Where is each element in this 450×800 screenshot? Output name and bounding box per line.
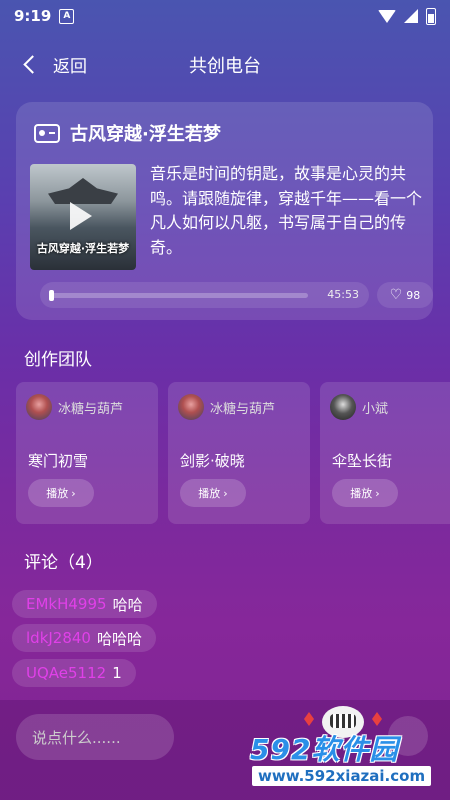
heart-icon: ♡ xyxy=(389,287,403,303)
team-card[interactable]: 冰糖与葫芦 寒门初雪 播放 › xyxy=(16,382,158,524)
like-count: 98 xyxy=(406,288,421,302)
comment-user[interactable]: ldkJ2840 xyxy=(26,629,91,647)
comment-text: 1 xyxy=(112,664,122,682)
comment-item: UQAe5112 1 xyxy=(12,659,136,687)
radio-title: 古风穿越·浮生若梦 xyxy=(70,124,221,145)
team-member: 冰糖与葫芦 xyxy=(26,394,123,420)
avatar xyxy=(178,394,204,420)
like-button[interactable]: ♡ 98 xyxy=(377,282,433,308)
play-icon[interactable] xyxy=(70,202,92,230)
wifi-icon xyxy=(378,9,396,23)
chevron-right-icon: › xyxy=(375,486,380,500)
progress-thumb[interactable] xyxy=(49,290,54,301)
member-name: 冰糖与葫芦 xyxy=(210,401,276,417)
song-title: 寒门初雪 xyxy=(28,452,89,470)
comment-user[interactable]: EMkH4995 xyxy=(26,595,107,613)
member-name: 冰糖与葫芦 xyxy=(58,401,124,417)
team-member: 冰糖与葫芦 xyxy=(178,394,275,420)
radio-cover-image[interactable]: 古风穿越·浮生若梦 xyxy=(30,164,136,270)
play-button[interactable]: 播放 › xyxy=(332,479,398,507)
status-time: 9:19 xyxy=(14,7,52,25)
comment-input[interactable]: 说点什么...... xyxy=(16,714,174,760)
song-title: 伞坠长街 xyxy=(332,452,393,470)
play-label: 播放 xyxy=(350,487,373,500)
play-label: 播放 xyxy=(198,487,221,500)
duration-label: 45:53 xyxy=(327,288,359,301)
team-section-title: 创作团队 xyxy=(24,350,92,370)
comment-text: 哈哈哈 xyxy=(96,629,142,648)
radio-title-row: 古风穿越·浮生若梦 xyxy=(34,120,221,146)
song-title: 剑影·破晓 xyxy=(180,452,245,470)
progress-bar[interactable]: 45:53 xyxy=(40,282,369,308)
nav-bar: 返回 共创电台 xyxy=(0,44,450,84)
battery-icon xyxy=(426,7,436,25)
comments-section-title: 评论（4） xyxy=(24,553,103,573)
play-label: 播放 xyxy=(46,487,69,500)
comment-text: 哈哈 xyxy=(112,595,143,614)
member-name: 小斌 xyxy=(362,401,389,417)
watermark-brand: 592软件园 xyxy=(250,733,399,766)
chevron-right-icon: › xyxy=(71,486,76,500)
watermark: 592软件园 www.592xiazai.com xyxy=(250,728,442,790)
cover-building xyxy=(48,178,118,204)
watermark-url: www.592xiazai.com xyxy=(252,766,432,786)
team-card[interactable]: 小斌 伞坠长街 播放 › xyxy=(320,382,450,524)
status-bar: 9:19 A xyxy=(0,0,450,32)
cover-title: 古风穿越·浮生若梦 xyxy=(36,242,130,255)
progress-track[interactable] xyxy=(49,290,308,301)
radio-card: 古风穿越·浮生若梦 古风穿越·浮生若梦 音乐是时间的钥匙，故事是心灵的共鸣。请跟… xyxy=(16,102,433,320)
play-button[interactable]: 播放 › xyxy=(180,479,246,507)
radio-icon xyxy=(34,123,60,143)
radio-description: 音乐是时间的钥匙，故事是心灵的共鸣。请跟随旋律，穿越千年——看一个凡人如何以凡躯… xyxy=(150,164,423,257)
notification-icon: A xyxy=(59,8,75,24)
comment-user[interactable]: UQAe5112 xyxy=(26,664,106,682)
avatar xyxy=(26,394,52,420)
chevron-right-icon: › xyxy=(223,486,228,500)
status-icons xyxy=(378,7,436,25)
team-card[interactable]: 冰糖与葫芦 剑影·破晓 播放 › xyxy=(168,382,310,524)
team-member: 小斌 xyxy=(330,394,388,420)
page-title: 共创电台 xyxy=(189,56,261,77)
signal-icon xyxy=(404,9,418,23)
avatar xyxy=(330,394,356,420)
comment-item: ldkJ2840 哈哈哈 xyxy=(12,624,156,652)
comment-item: EMkH4995 哈哈 xyxy=(12,590,157,618)
play-button[interactable]: 播放 › xyxy=(28,479,94,507)
